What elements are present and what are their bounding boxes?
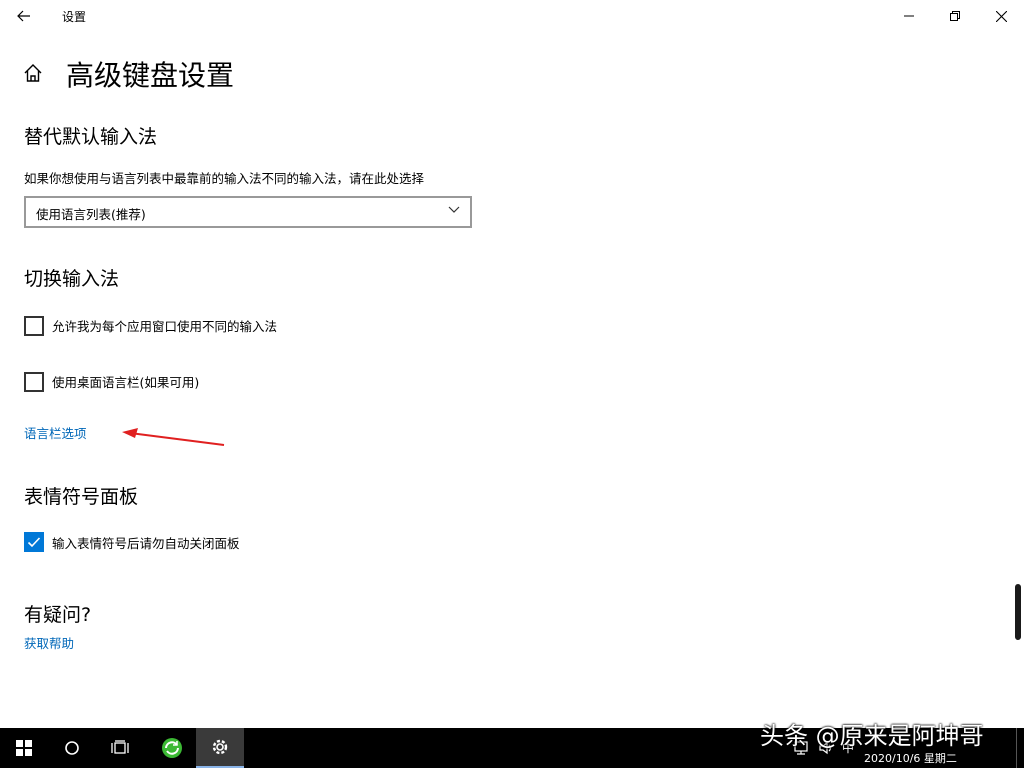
windows-logo-icon bbox=[16, 740, 32, 756]
close-button[interactable] bbox=[978, 0, 1024, 32]
home-button[interactable] bbox=[22, 62, 44, 84]
desktop-langbar-checkbox[interactable] bbox=[24, 372, 44, 392]
minimize-icon bbox=[904, 15, 914, 17]
section-title-switching: 切换输入法 bbox=[24, 268, 120, 290]
search-button[interactable] bbox=[48, 728, 96, 768]
show-desktop-button[interactable] bbox=[1016, 728, 1024, 768]
emoji-autoclose-checkbox[interactable] bbox=[24, 532, 44, 552]
emoji-autoclose-label: 输入表情符号后请勿自动关闭面板 bbox=[52, 536, 240, 551]
task-view-button[interactable] bbox=[96, 728, 144, 768]
red-arrow-annotation bbox=[122, 428, 225, 446]
checkmark-icon bbox=[27, 537, 41, 548]
input-method-dropdown[interactable]: 使用语言列表(推荐) bbox=[24, 196, 472, 228]
back-button[interactable] bbox=[0, 0, 48, 32]
chevron-down-icon bbox=[448, 206, 460, 213]
page-title: 高级键盘设置 bbox=[66, 59, 235, 92]
restore-icon bbox=[950, 11, 960, 21]
override-description: 如果你想使用与语言列表中最靠前的输入法不同的输入法，请在此处选择 bbox=[24, 171, 425, 186]
browser-app-icon bbox=[162, 738, 182, 758]
section-title-override: 替代默认输入法 bbox=[24, 126, 158, 148]
app-360-button[interactable] bbox=[148, 728, 196, 768]
start-button[interactable] bbox=[0, 728, 48, 768]
get-help-link[interactable]: 获取帮助 bbox=[24, 633, 74, 652]
section-title-help: 有疑问? bbox=[24, 604, 92, 626]
watermark-text: 头条 @原来是阿坤哥 bbox=[760, 722, 984, 750]
restore-button[interactable] bbox=[932, 0, 978, 32]
home-icon bbox=[24, 64, 42, 82]
per-app-input-label: 允许我为每个应用窗口使用不同的输入法 bbox=[52, 319, 278, 334]
section-title-emoji: 表情符号面板 bbox=[24, 486, 139, 508]
cortana-circle-icon bbox=[65, 741, 79, 755]
gear-icon bbox=[212, 739, 228, 755]
task-view-icon bbox=[111, 740, 129, 754]
minimize-button[interactable] bbox=[886, 0, 932, 32]
langbar-options-link[interactable]: 语言栏选项 bbox=[24, 423, 87, 442]
title-bar: 设置 bbox=[0, 0, 1024, 32]
settings-app-button[interactable] bbox=[196, 728, 244, 768]
taskbar-date[interactable]: 2020/10/6 星期二 bbox=[864, 750, 957, 766]
close-icon bbox=[995, 10, 1007, 22]
scrollbar-thumb[interactable] bbox=[1015, 584, 1021, 640]
per-app-input-checkbox[interactable] bbox=[24, 316, 44, 336]
window-title: 设置 bbox=[62, 10, 87, 24]
dropdown-selected-value: 使用语言列表(推荐) bbox=[36, 207, 146, 222]
desktop-langbar-label: 使用桌面语言栏(如果可用) bbox=[52, 375, 200, 390]
back-arrow-icon bbox=[17, 10, 30, 22]
